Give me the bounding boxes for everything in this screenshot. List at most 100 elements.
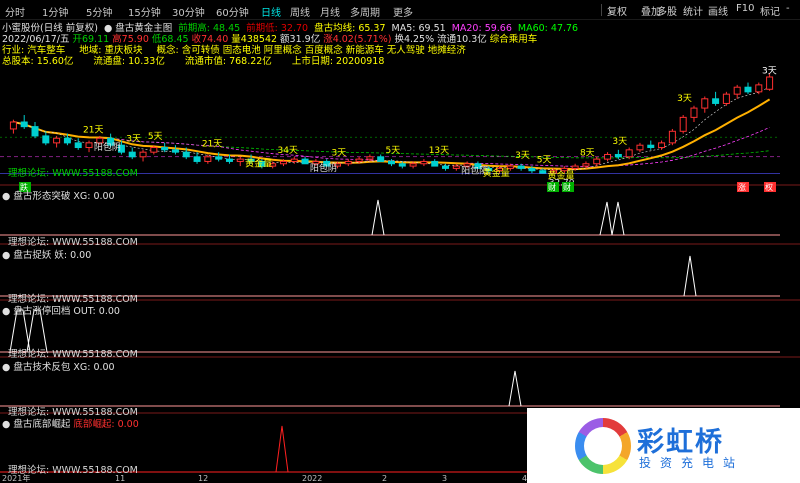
event-tag-label: 涨 [738,182,746,192]
candle-body [301,158,309,165]
tab-more[interactable]: 更多 [393,4,413,19]
candle-body [625,149,633,158]
candle-body [733,86,741,95]
chart-annotation: 黄金量 [245,157,272,169]
chart-annotation: 13天 [429,146,449,156]
candle-body [225,158,233,162]
candle-body [647,144,655,149]
rainbow-ring-icon [575,418,631,474]
header-field: 综合乘用车 [489,34,538,45]
adjust-button[interactable]: 复权 [607,3,627,18]
indicator-signal [599,201,625,236]
candle-body [204,156,212,162]
logo-subtitle: 投资充电站 [639,456,745,470]
candle-body [344,160,352,165]
event-tag-label: 财 [548,182,556,192]
candle-body [755,84,763,93]
f10-button[interactable]: F10 [736,3,754,14]
indicator-signal [371,199,385,236]
candle-body [452,165,460,169]
candle-body [614,153,622,158]
tab-30min[interactable]: 30分钟 [172,4,205,19]
tab-60min[interactable]: 60分钟 [216,4,249,19]
tab-5min[interactable]: 5分钟 [86,4,112,19]
tab-1min[interactable]: 1分钟 [42,4,68,19]
tab-multi-period[interactable]: 多周期 [350,4,380,19]
header-field: 流通市值: 768.22亿 [184,56,272,67]
candle-body [74,142,82,149]
candle-body [560,167,568,172]
candle-body [63,137,71,144]
draw-button[interactable]: 画线 [708,3,728,18]
candle-body [679,116,687,132]
mark-button[interactable]: 标记 [760,3,780,18]
rainbow-bridge-logo: 彩虹桥 投资充电站 [527,408,800,483]
chart-annotation: 3天 [612,137,627,147]
candle-body [182,151,190,158]
x-axis-label: 3 [442,474,447,483]
header-field: 总股本: 15.60亿 [2,56,74,67]
indicator-5-title: ● 盘古底部崛起 底部崛起: 0.00 [2,419,139,430]
candle-body [42,135,50,144]
chart-annotation: 3天 [677,94,692,104]
indicator-1-watermark: 理想论坛: WWW.55188.COM [8,237,138,248]
candle-body [9,121,17,130]
candle-body [517,165,525,169]
chart-annotation: 黄金量 [483,167,510,179]
candle-body [409,163,417,167]
indicator-3-watermark: 理想论坛: WWW.55188.COM [8,349,138,360]
event-tag-label: 财 [563,182,571,192]
candle-body [528,167,536,172]
candle-body [744,86,752,93]
event-tag-label: 权 [765,182,773,192]
tab-15min[interactable]: 15分钟 [128,4,161,19]
chart-annotation: 阳包阴 [310,162,337,174]
candle-body [582,163,590,167]
candle-body [636,144,644,151]
chart-annotation: 8天 [580,148,595,158]
tab-timeshare[interactable]: 分时 [5,4,25,19]
candle-body [355,158,363,162]
indicator-1-title: ● 盘古形态突破 XG: 0.00 [2,191,115,202]
candle-body [539,170,547,174]
minimize-button[interactable]: - [786,3,790,14]
candle-body [377,156,385,162]
top-signal-label: 3天 [762,66,777,76]
candle-body [128,151,136,158]
candle-body [366,156,374,160]
indicator-3-title: ● 盘古涨停回档 OUT: 0.00 [2,306,120,317]
indicator-signal [508,370,522,407]
candle-body [31,126,39,137]
tab-daily[interactable]: 日线 [261,4,281,19]
header-field: 流通盘: 10.33亿 [93,56,165,67]
multi-stock-button[interactable]: 多股 [657,3,677,18]
chart-annotation: 3天 [515,151,530,161]
chart-annotation: 21天 [202,139,222,149]
candle-body [431,160,439,167]
indicator-4-title: ● 盘古技术反包 XG: 0.00 [2,362,115,373]
chart-annotation: 阳包阴 [94,141,121,153]
chart-annotation: 5天 [537,155,552,165]
chart-annotation: 3天 [331,148,346,158]
candle-body [506,165,514,169]
candle-body [279,160,287,165]
tab-weekly[interactable]: 周线 [290,4,310,19]
candle-body [85,142,93,149]
indicator-2-title: ● 盘古捉妖 妖: 0.00 [2,250,92,261]
tab-monthly[interactable]: 月线 [320,4,340,19]
candle-body [571,165,579,169]
candle-body [420,160,428,165]
candle-body [150,147,158,153]
candle-body [171,149,179,153]
candle-body [722,93,730,104]
candle-body [690,107,698,118]
separator [601,4,602,16]
candle-body [215,156,223,160]
chart-annotation: 5天 [148,132,163,142]
candle-body [53,137,61,144]
candle-body [236,158,244,162]
candle-body [290,158,298,162]
stats-button[interactable]: 统计 [683,3,703,18]
candle-body [668,130,676,144]
header-field: 上市日期: 20200918 [291,56,385,67]
